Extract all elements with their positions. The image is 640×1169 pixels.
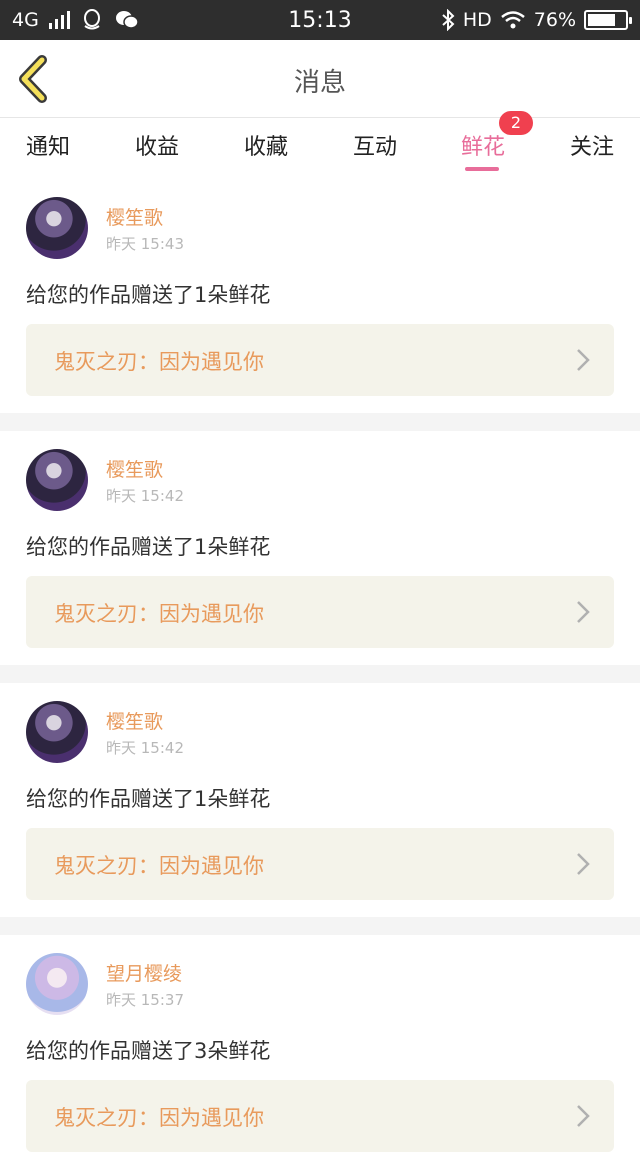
work-title: 鬼灭之刃：因为遇见你 <box>54 602 264 626</box>
header-bar: 消息 <box>0 40 640 118</box>
message-card: 望月樱绫 昨天 15:37 给您的作品赠送了3朵鲜花 鬼灭之刃：因为遇见你 <box>0 935 640 1169</box>
message-card: 樱笙歌 昨天 15:43 给您的作品赠送了1朵鲜花 鬼灭之刃：因为遇见你 <box>0 179 640 413</box>
status-bar: 4G 15:13 HD 76% <box>0 0 640 40</box>
avatar[interactable] <box>26 701 88 763</box>
work-title: 鬼灭之刃：因为遇见你 <box>54 350 264 374</box>
wifi-icon <box>500 11 525 29</box>
avatar[interactable] <box>26 449 88 511</box>
work-link[interactable]: 鬼灭之刃：因为遇见你 <box>26 828 614 900</box>
battery-percent: 76% <box>533 9 576 31</box>
tab-following[interactable]: 关注 <box>552 129 632 161</box>
chevron-right-icon <box>577 1105 590 1127</box>
divider <box>0 665 640 683</box>
active-tab-indicator <box>465 167 499 171</box>
timestamp: 昨天 15:42 <box>106 739 184 757</box>
tab-bar: 通知 收益 收藏 互动 鲜花 2 关注 <box>0 111 640 179</box>
bluetooth-icon <box>442 9 455 31</box>
tab-earnings[interactable]: 收益 <box>117 129 197 161</box>
divider <box>0 413 640 431</box>
message-text: 给您的作品赠送了3朵鲜花 <box>26 1039 271 1063</box>
timestamp: 昨天 15:43 <box>106 235 184 253</box>
work-title: 鬼灭之刃：因为遇见你 <box>54 1106 264 1130</box>
message-list: 樱笙歌 昨天 15:43 给您的作品赠送了1朵鲜花 鬼灭之刃：因为遇见你 樱笙歌… <box>0 179 640 1169</box>
message-text: 给您的作品赠送了1朵鲜花 <box>26 283 271 307</box>
chevron-right-icon <box>577 601 590 623</box>
message-text: 给您的作品赠送了1朵鲜花 <box>26 787 271 811</box>
hd-label: HD <box>462 9 492 31</box>
status-right: HD 76% <box>441 0 632 40</box>
username[interactable]: 樱笙歌 <box>106 707 163 734</box>
username[interactable]: 樱笙歌 <box>106 203 163 230</box>
avatar[interactable] <box>26 953 88 1015</box>
tab-notifications[interactable]: 通知 <box>8 129 88 161</box>
work-title: 鬼灭之刃：因为遇见你 <box>54 854 264 878</box>
username[interactable]: 樱笙歌 <box>106 455 163 482</box>
username[interactable]: 望月樱绫 <box>106 959 182 986</box>
avatar[interactable] <box>26 197 88 259</box>
unread-badge: 2 <box>499 111 533 135</box>
timestamp: 昨天 15:42 <box>106 487 184 505</box>
battery-icon <box>584 10 632 30</box>
tab-favorites[interactable]: 收藏 <box>226 129 306 161</box>
divider <box>0 917 640 935</box>
battery-fill <box>588 14 616 26</box>
chevron-right-icon <box>577 349 590 371</box>
tab-interactions[interactable]: 互动 <box>335 129 415 161</box>
work-link[interactable]: 鬼灭之刃：因为遇见你 <box>26 324 614 396</box>
work-link[interactable]: 鬼灭之刃：因为遇见你 <box>26 576 614 648</box>
timestamp: 昨天 15:37 <box>106 991 184 1009</box>
chevron-right-icon <box>577 853 590 875</box>
work-link[interactable]: 鬼灭之刃：因为遇见你 <box>26 1080 614 1152</box>
message-text: 给您的作品赠送了1朵鲜花 <box>26 535 271 559</box>
message-card: 樱笙歌 昨天 15:42 给您的作品赠送了1朵鲜花 鬼灭之刃：因为遇见你 <box>0 683 640 917</box>
message-card: 樱笙歌 昨天 15:42 给您的作品赠送了1朵鲜花 鬼灭之刃：因为遇见你 <box>0 431 640 665</box>
page-title: 消息 <box>293 68 346 98</box>
